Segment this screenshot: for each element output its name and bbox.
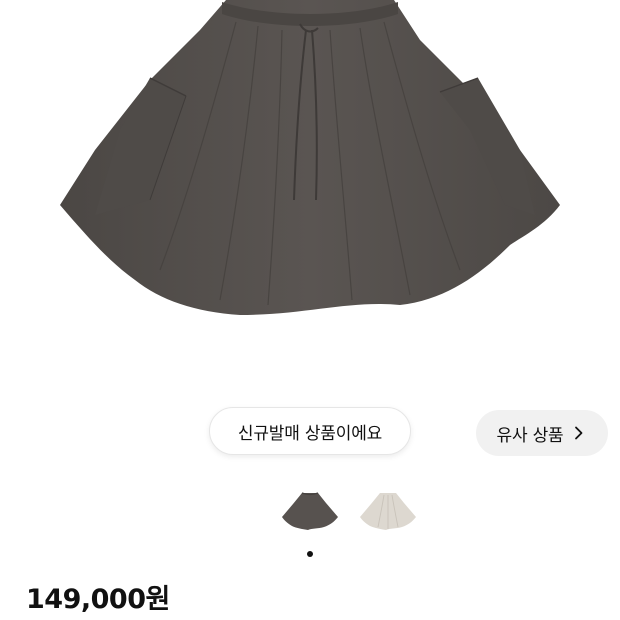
product-main-image[interactable] (0, 0, 620, 380)
skirt-image (60, 0, 560, 315)
chevron-right-icon (575, 426, 583, 440)
new-release-badge: 신규발매 상품이에요 (209, 407, 411, 455)
similar-products-label: 유사 상품 (496, 425, 564, 446)
product-detail-page: 신규발매 상품이에요 유사 상품 149,000원 (0, 0, 620, 620)
carousel-indicator-dot (307, 551, 313, 557)
product-price: 149,000원 (26, 584, 170, 615)
similar-products-button[interactable]: 유사 상품 (476, 410, 608, 456)
color-variant-light-thumbnail[interactable] (356, 487, 420, 533)
skirt-light-thumbnail-image (360, 493, 416, 530)
skirt-dark-thumbnail-image (282, 492, 338, 530)
color-variant-dark-thumbnail[interactable] (278, 487, 342, 533)
new-release-label: 신규발매 상품이에요 (237, 423, 383, 444)
